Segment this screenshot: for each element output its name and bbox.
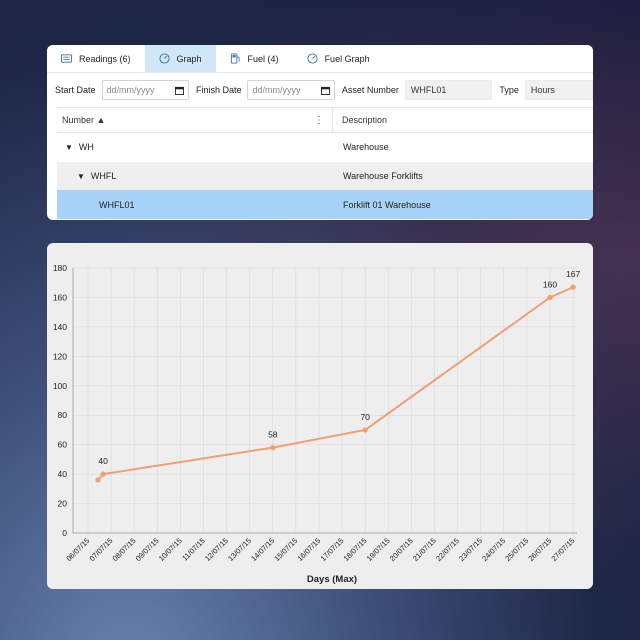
x-tick-label: 26/07/15: [526, 536, 553, 563]
type-field[interactable]: Hours: [524, 80, 593, 100]
x-tick-label: 20/07/15: [388, 536, 415, 563]
data-point: [100, 471, 106, 477]
x-tick-label: 22/07/15: [434, 536, 461, 563]
column-header-number[interactable]: Number ▲ ⋮: [57, 108, 333, 132]
asset-panel: Readings (6) Graph Fuel (4) Fuel Graph S…: [47, 45, 593, 220]
expand-caret-icon[interactable]: ▼: [77, 172, 85, 181]
x-tick-label: 27/07/15: [550, 536, 577, 563]
tab-readings-label: Readings (6): [79, 53, 131, 64]
tab-readings[interactable]: Readings (6): [47, 45, 145, 72]
y-tick-label: 140: [53, 322, 67, 332]
data-point: [362, 427, 368, 433]
tab-fuel-graph-label: Fuel Graph: [324, 53, 370, 64]
x-tick-label: 18/07/15: [342, 536, 369, 563]
gauge-icon: [158, 53, 170, 64]
row-number: WHFL01: [99, 199, 135, 210]
x-tick-label: 13/07/15: [226, 536, 253, 563]
filter-bar: Start Date dd/mm/yyyy Finish Date dd/mm/…: [47, 73, 593, 107]
x-tick-label: 15/07/15: [272, 536, 299, 563]
expand-caret-icon[interactable]: ▼: [65, 143, 73, 152]
tree-row-whfl01[interactable]: WHFL01 Forklift 01 Warehouse: [57, 190, 593, 220]
x-tick-label: 09/07/15: [134, 536, 161, 563]
y-tick-label: 80: [58, 410, 68, 420]
chart-panel: 0 20 40 60 80 100 120 140 160 180 06/07/15 07/07/15…: [47, 243, 593, 589]
x-axis-title: Days (Max): [307, 574, 357, 585]
y-tick-label: 180: [53, 263, 67, 273]
data-label: 58: [268, 430, 278, 440]
list-icon: [61, 54, 72, 63]
column-header-number-label: Number ▲: [62, 115, 105, 125]
x-tick-label: 21/07/15: [411, 536, 438, 563]
y-tick-label: 160: [53, 292, 67, 302]
fuel-pump-icon: [230, 53, 240, 64]
series-line: [97, 286, 574, 481]
row-description: Warehouse: [343, 142, 389, 153]
sort-ascending-icon: ▲: [96, 115, 106, 125]
tree-row-wh[interactable]: ▼ WH Warehouse: [57, 133, 593, 162]
x-tick-label: 06/07/15: [64, 536, 91, 563]
y-tick-label: 40: [58, 469, 68, 479]
start-date-input[interactable]: dd/mm/yyyy: [101, 80, 189, 100]
row-description: Warehouse Forklifts: [343, 171, 423, 182]
tab-graph-label: Graph: [176, 53, 202, 64]
row-number: WH: [78, 142, 94, 153]
number-header-text: Number: [62, 115, 95, 125]
tab-graph[interactable]: Graph: [144, 45, 216, 72]
data-point: [270, 445, 276, 451]
x-tick-label: 14/07/15: [249, 536, 276, 563]
finish-date-label: Finish Date: [195, 85, 242, 95]
y-tick-label: 0: [62, 528, 67, 538]
x-tick-label: 11/07/15: [180, 536, 207, 563]
data-label: 40: [98, 456, 108, 466]
tab-fuel-label: Fuel (4): [247, 53, 279, 64]
finish-date-input[interactable]: dd/mm/yyyy: [247, 80, 335, 100]
y-tick-label: 60: [58, 440, 68, 450]
y-tick-label: 120: [53, 351, 67, 361]
x-tick-label: 08/07/15: [111, 536, 138, 563]
tab-fuel[interactable]: Fuel (4): [216, 45, 293, 72]
column-header-description[interactable]: Description: [333, 108, 593, 132]
column-menu-icon[interactable]: ⋮: [314, 115, 324, 126]
tab-bar: Readings (6) Graph Fuel (4) Fuel Graph: [47, 45, 593, 73]
x-tick-label: 25/07/15: [503, 536, 530, 563]
start-date-placeholder: dd/mm/yyyy: [106, 85, 155, 95]
asset-number-label: Asset Number: [341, 85, 399, 95]
start-date-label: Start Date: [55, 85, 96, 95]
calendar-icon[interactable]: [320, 86, 330, 95]
x-tick-label: 12/07/15: [203, 536, 230, 563]
gauge-icon: [307, 53, 318, 64]
data-label: 70: [360, 412, 370, 422]
grid-header: Number ▲ ⋮ Description: [57, 107, 593, 133]
row-number: WHFL: [90, 171, 117, 182]
tree-row-whfl[interactable]: ▼ WHFL Warehouse Forklifts: [57, 161, 593, 191]
data-point: [95, 477, 101, 483]
x-tick-label: 24/07/15: [480, 536, 507, 563]
data-point: [547, 294, 553, 301]
x-tick-label: 16/07/15: [295, 536, 322, 563]
data-label: 167: [566, 269, 580, 279]
asset-number-field[interactable]: WHFL01: [404, 80, 493, 100]
x-tick-label: 17/07/15: [319, 536, 346, 563]
y-tick-label: 100: [53, 381, 67, 391]
row-description: Forklift 01 Warehouse: [343, 199, 431, 210]
y-tick-label: 20: [58, 499, 68, 509]
data-point: [570, 284, 576, 290]
type-label: Type: [499, 85, 519, 95]
line-chart: 0 20 40 60 80 100 120 140 160 180 06/07/1507/07/15…: [53, 263, 581, 585]
tab-fuel-graph[interactable]: Fuel Graph: [293, 45, 384, 72]
finish-date-placeholder: dd/mm/yyyy: [252, 85, 301, 95]
x-tick-label: 23/07/15: [457, 536, 484, 563]
x-tick-label: 19/07/15: [365, 536, 392, 563]
x-tick-label: 07/07/15: [88, 536, 115, 563]
x-tick-label: 10/07/15: [157, 536, 184, 563]
calendar-icon[interactable]: [174, 86, 184, 95]
data-label: 160: [543, 279, 557, 289]
